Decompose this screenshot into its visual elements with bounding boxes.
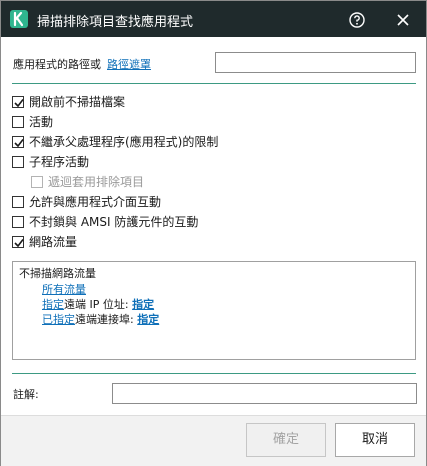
option-label: 子程序活動 xyxy=(29,155,90,169)
title-bar: 掃描排除項目查找應用程式 xyxy=(1,1,426,37)
traffic-title: 不掃描網路流量 xyxy=(19,267,96,280)
option-label: 不封鎖與 AMSI 防護元件的互動 xyxy=(29,215,199,229)
dialog-footer: 確定 取消 xyxy=(1,415,426,466)
path-input[interactable] xyxy=(215,52,416,73)
divider xyxy=(12,83,416,84)
traffic-ip-row: 指定遠端 IP 位址: 指定 xyxy=(42,296,154,312)
checkbox[interactable] xyxy=(12,116,24,128)
all-traffic-link[interactable]: 所有流量 xyxy=(42,283,86,296)
ip-text: 遠端 IP 位址: xyxy=(64,298,129,311)
traffic-all-row: 所有流量 xyxy=(42,281,86,297)
checkbox[interactable] xyxy=(12,156,24,168)
port-text: 遠端連接埠: xyxy=(75,313,134,326)
comment-input[interactable] xyxy=(112,383,417,404)
divider xyxy=(12,373,416,374)
option-label: 不繼承父處理程序(應用程式)的限制 xyxy=(29,135,219,149)
exclusion-dialog: 掃描排除項目查找應用程式 應用程式的路徑或 路徑遮罩 開啟前不掃描檔案 活動 不… xyxy=(0,0,427,466)
port-scope-link[interactable]: 已指定 xyxy=(42,313,75,326)
ip-value-link[interactable]: 指定 xyxy=(132,298,154,311)
option-label: 允許與應用程式介面互動 xyxy=(29,195,162,209)
traffic-port-row: 已指定遠端連接埠: 指定 xyxy=(42,311,159,327)
option-label: 網路流量 xyxy=(29,235,78,249)
port-value-link[interactable]: 指定 xyxy=(137,313,159,326)
option-label: 開啟前不掃描檔案 xyxy=(29,95,126,109)
option-label: 活動 xyxy=(29,115,54,129)
checkbox[interactable] xyxy=(12,216,24,228)
window-title: 掃描排除項目查找應用程式 xyxy=(37,15,194,30)
checkbox-checked[interactable] xyxy=(12,136,24,148)
checkbox[interactable] xyxy=(12,196,24,208)
checkbox-checked[interactable] xyxy=(12,96,24,108)
ok-button[interactable]: 確定 xyxy=(246,423,326,457)
option-label: 遞迴套用排除項目 xyxy=(48,175,145,189)
checkbox-disabled xyxy=(31,176,43,188)
close-icon[interactable] xyxy=(393,10,413,30)
kaspersky-logo-icon xyxy=(10,10,28,28)
path-label: 應用程式的路徑或 xyxy=(13,58,101,71)
help-icon[interactable] xyxy=(347,10,367,30)
path-mask-link[interactable]: 路徑遮罩 xyxy=(107,58,151,71)
network-traffic-panel: 不掃描網路流量 所有流量 指定遠端 IP 位址: 指定 已指定遠端連接埠: 指定 xyxy=(12,261,416,360)
comment-label: 註解: xyxy=(13,388,39,401)
path-row: 應用程式的路徑或 路徑遮罩 xyxy=(13,56,151,72)
ip-scope-link[interactable]: 指定 xyxy=(42,298,64,311)
checkbox-checked[interactable] xyxy=(12,236,24,248)
cancel-button[interactable]: 取消 xyxy=(335,423,415,457)
